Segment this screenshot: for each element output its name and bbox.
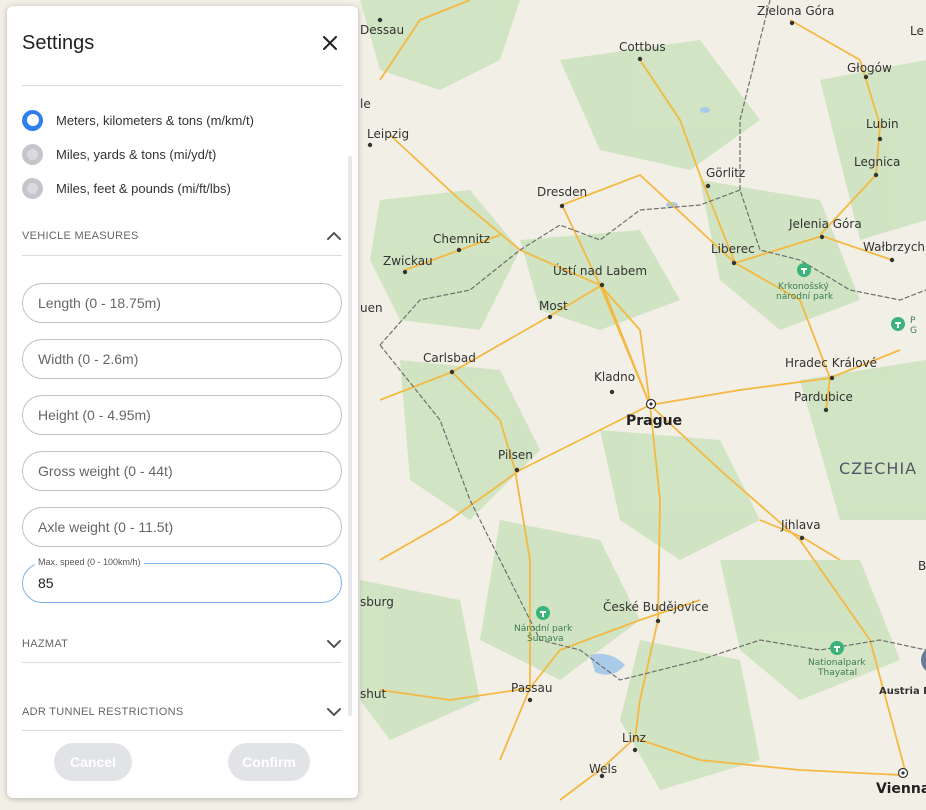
city-label-dresden: Dresden	[537, 185, 587, 199]
city-label-pardubice: Pardubice	[794, 390, 853, 404]
city-label-glogow: Głogów	[847, 61, 892, 75]
section-divider	[22, 255, 342, 256]
panel-header: Settings	[7, 6, 358, 86]
length-input[interactable]	[22, 283, 342, 323]
header-divider	[22, 85, 342, 86]
park-label-sumava-2: Šumava	[527, 632, 564, 644]
city-label-usti: Ústí nad Labem	[553, 263, 647, 278]
unit-option-label: Miles, yards & tons (mi/yd/t)	[56, 146, 217, 162]
chevron-up-icon	[327, 231, 341, 240]
panel-scrollbar[interactable]	[348, 156, 352, 716]
radio-checked-icon[interactable]	[22, 109, 43, 131]
city-label-edge-le2: le	[360, 97, 371, 111]
gross-weight-input[interactable]	[22, 451, 342, 491]
cancel-button[interactable]: Cancel	[54, 743, 132, 781]
city-label-liberec: Liberec	[711, 242, 755, 256]
width-input[interactable]	[22, 339, 342, 379]
city-label-dessau: Dessau	[360, 23, 404, 37]
park-label-krkonose-1: Krkonošský	[778, 281, 829, 292]
unit-option-metric[interactable]: Meters, kilometers & tons (m/km/t)	[22, 108, 254, 132]
park-label-thayatal-2: Thayatal	[817, 668, 857, 678]
park-label-edge-p: P	[910, 316, 916, 326]
city-label-walbrzych: Wałbrzych	[863, 240, 925, 254]
close-icon	[323, 36, 337, 50]
axle-weight-input[interactable]	[22, 507, 342, 547]
unit-option-label: Meters, kilometers & tons (m/km/t)	[56, 112, 254, 128]
city-label-edge-shut: shut	[360, 687, 386, 701]
city-label-zielona: Zielona Góra	[757, 4, 834, 18]
city-label-carlsbad: Carlsbad	[423, 351, 476, 365]
city-label-legnica: Legnica	[854, 155, 900, 169]
chevron-down-icon	[327, 708, 341, 717]
section-label: HAZMAT	[22, 638, 69, 650]
section-label: VEHICLE MEASURES	[22, 230, 139, 242]
hazmat-header[interactable]: HAZMAT	[22, 634, 342, 654]
confirm-button[interactable]: Confirm	[228, 743, 310, 781]
close-button[interactable]	[319, 32, 341, 54]
city-label-zwickau: Zwickau	[383, 254, 433, 268]
unit-option-label: Miles, feet & pounds (mi/ft/lbs)	[56, 180, 231, 196]
panel-title: Settings	[22, 32, 95, 54]
park-label-krkonose-2: národní park	[776, 292, 834, 302]
vehicle-measures-header[interactable]: VEHICLE MEASURES	[22, 226, 342, 246]
city-label-jelenia: Jelenia Góra	[788, 217, 862, 231]
radio-unchecked-icon[interactable]	[22, 143, 43, 165]
city-label-passau: Passau	[511, 681, 553, 695]
section-label: ADR TUNNEL RESTRICTIONS	[22, 706, 184, 718]
max-speed-input[interactable]	[38, 575, 318, 591]
park-label-edge-g: G	[910, 326, 917, 336]
adr-tunnel-header[interactable]: ADR TUNNEL RESTRICTIONS	[22, 702, 342, 722]
city-label-wels: Wels	[589, 762, 617, 776]
park-label-sumava-1: Národní park	[514, 624, 573, 634]
section-divider	[22, 662, 342, 663]
radio-unchecked-icon[interactable]	[22, 177, 43, 199]
city-label-edge-le: Le	[910, 24, 924, 38]
city-label-pilsen: Pilsen	[498, 448, 533, 462]
city-label-cottbus: Cottbus	[619, 40, 666, 54]
city-label-chemnitz: Chemnitz	[433, 232, 490, 246]
unit-option-miles-feet[interactable]: Miles, feet & pounds (mi/ft/lbs)	[22, 176, 231, 200]
city-label-vienna: Vienna	[876, 781, 926, 797]
chevron-down-icon	[327, 640, 341, 649]
city-label-austria-po: Austria Po	[879, 686, 926, 697]
city-label-lubin: Lubin	[866, 117, 899, 131]
section-divider	[22, 730, 342, 731]
city-label-gorlitz: Görlitz	[706, 166, 745, 180]
country-label-czechia: CZECHIA	[839, 459, 917, 478]
city-label-budejovice: České Budějovice	[603, 599, 709, 614]
city-label-kladno: Kladno	[594, 370, 635, 384]
city-label-edge-uen: uen	[360, 301, 383, 315]
city-label-edge-b: B	[918, 559, 926, 573]
settings-panel: Settings Meters, kilometers & tons (m/km…	[7, 6, 358, 798]
max-speed-field[interactable]: Max. speed (0 - 100km/h)	[22, 557, 342, 603]
city-label-linz: Linz	[622, 731, 646, 745]
city-label-edge-sburg: sburg	[360, 595, 394, 609]
city-label-prague: Prague	[626, 413, 682, 429]
unit-option-miles-yards[interactable]: Miles, yards & tons (mi/yd/t)	[22, 142, 216, 166]
city-label-leipzig: Leipzig	[367, 127, 409, 141]
height-input[interactable]	[22, 395, 342, 435]
city-label-hradec: Hradec Králové	[785, 356, 877, 370]
max-speed-label: Max. speed (0 - 100km/h)	[35, 557, 144, 567]
city-label-jihlava: Jihlava	[780, 518, 821, 532]
city-label-most: Most	[539, 299, 568, 313]
park-label-thayatal-1: Nationalpark	[808, 658, 866, 668]
